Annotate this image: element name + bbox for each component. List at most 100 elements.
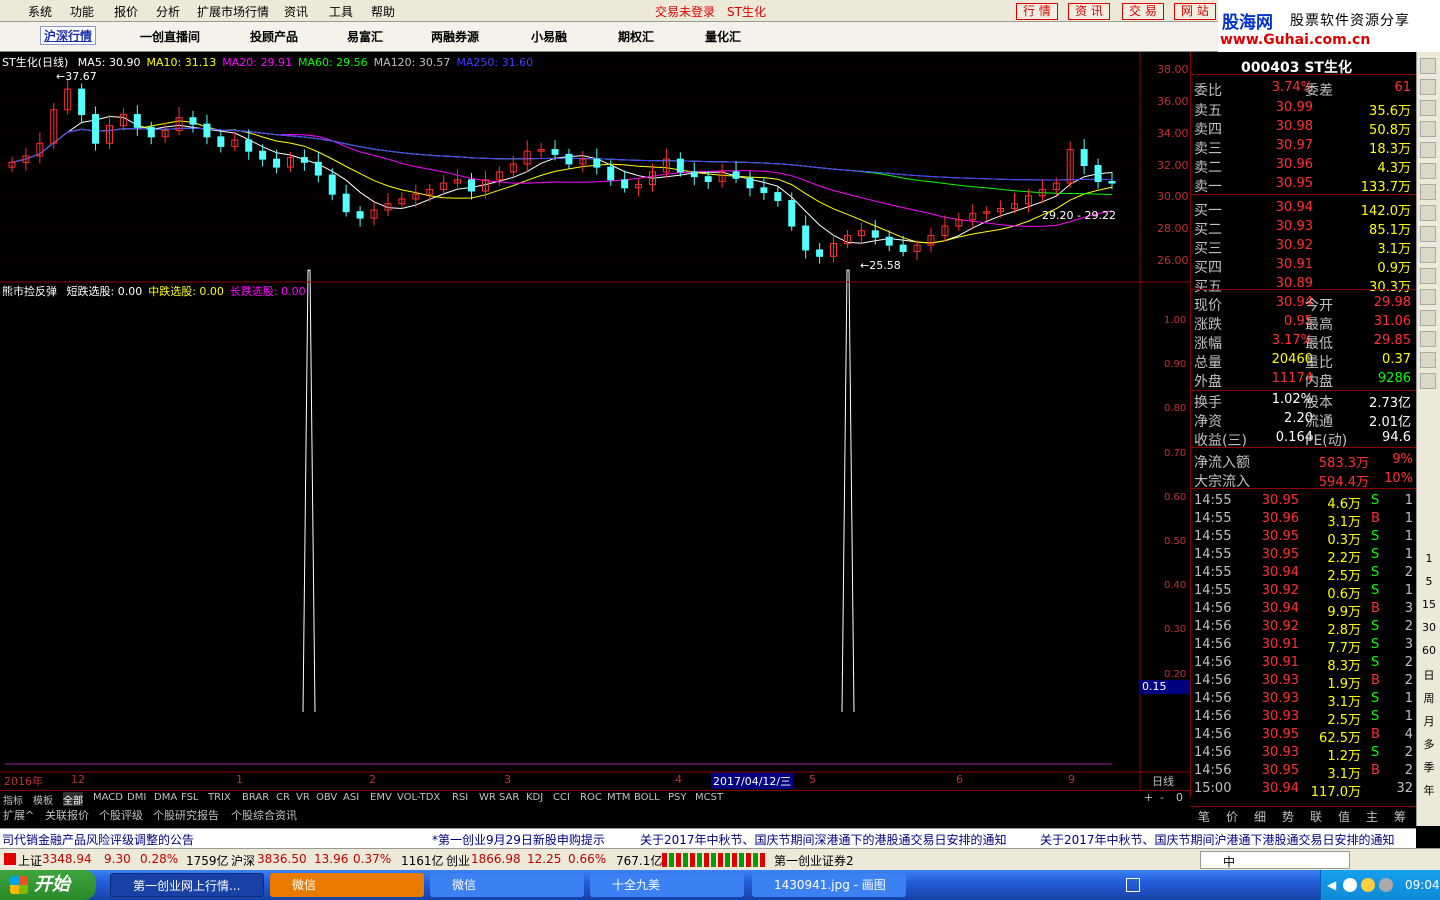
quote-tab[interactable]: 主 [1366,808,1378,825]
taskbar-item-trading[interactable]: 第一创业网上行情... [110,873,264,897]
website-button[interactable]: 网 站 [1174,3,1216,20]
indicator-tab[interactable]: BOLL [634,792,660,803]
toolbar-icon[interactable] [1420,184,1436,200]
news-button[interactable]: 资 讯 [1068,3,1110,20]
indicator-tab[interactable]: OBV [316,792,337,803]
taskbar-item-wechat[interactable]: 微信 [270,873,424,897]
period-button[interactable]: 15 [1419,598,1439,611]
period-button[interactable]: 季 [1419,759,1439,775]
indicator-tab[interactable]: 全部 [63,792,83,807]
info-tab[interactable]: 关联报价 [45,807,89,823]
toolbar-icon[interactable] [1420,331,1436,347]
menu-ext-market[interactable]: 扩展市场行情 [197,3,269,20]
indicator-tab[interactable]: FSL [181,792,199,803]
news-item[interactable]: *第一创业9月29日新股申购提示 [432,831,605,848]
toolbar-icon[interactable] [1420,100,1436,116]
info-tab[interactable]: 扩展^ [3,807,34,823]
zoom-reset-button[interactable]: 0 [1176,791,1183,804]
indicator-tab[interactable]: CR [276,792,290,803]
quote-tab[interactable]: 筹 [1394,808,1406,825]
toolbar-icon[interactable] [1420,247,1436,263]
sh-name[interactable]: 上证 [18,852,42,869]
toolbar-icon[interactable] [1420,163,1436,179]
tray-icon[interactable] [1379,878,1393,892]
toolbar-icon[interactable] [1420,373,1436,389]
menu-news[interactable]: 资讯 [284,3,308,20]
ime-toolbar[interactable]: 中 [1200,851,1350,869]
info-tab[interactable]: 个股评级 [99,807,143,823]
period-button[interactable]: 1 [1419,552,1439,565]
tab-options[interactable]: 期权汇 [618,28,654,45]
indicator-tab[interactable]: 指标 [3,792,23,807]
info-tab[interactable]: 个股研究报告 [153,807,219,823]
info-tab[interactable]: 个股综合资讯 [231,807,297,823]
news-item[interactable]: 关于2017年中秋节、国庆节期间深港通下的港股通交易日安排的通知 [640,831,1007,848]
indicator-tab[interactable]: MACD [93,792,123,803]
tab-advisory[interactable]: 投顾产品 [250,28,298,45]
tab-margin[interactable]: 两融券源 [431,28,479,45]
trade-button[interactable]: 交 易 [1122,3,1164,20]
ime-mode[interactable]: 中 [1223,853,1235,870]
indicator-tab[interactable]: TRIX [208,792,231,803]
hs-name[interactable]: 沪深 [231,852,255,869]
period-button[interactable]: 30 [1419,621,1439,634]
quote-button[interactable]: 行 情 [1016,3,1058,20]
quote-tab[interactable]: 笔 [1198,808,1210,825]
tray-icon[interactable] [1343,878,1357,892]
toolbar-icon[interactable] [1420,289,1436,305]
period-button[interactable]: 月 [1419,713,1439,729]
tab-live[interactable]: 一创直播间 [140,28,200,45]
indicator-tab[interactable]: CCI [553,792,570,803]
indicator-tab[interactable]: PSY [668,792,687,803]
indicator-tab[interactable]: ASI [343,792,359,803]
zoom-in-button[interactable]: + [1144,791,1153,804]
trade-status[interactable]: 交易未登录 [655,3,715,20]
quote-tab[interactable]: 价 [1226,808,1238,825]
zoom-out-button[interactable]: - [1160,791,1164,804]
toolbar-icon[interactable] [1420,142,1436,158]
indicator-tab[interactable]: RSI [452,792,468,803]
kline-chart[interactable] [0,52,1190,790]
menu-help[interactable]: 帮助 [371,3,395,20]
period-button[interactable]: 周 [1419,690,1439,706]
toolbar-icon[interactable] [1420,205,1436,221]
taskbar-item-folder[interactable]: 十全九美 [590,873,744,897]
indicator-tab[interactable]: MTM [607,792,630,803]
toolbar-icon[interactable] [1420,310,1436,326]
indicator-tab[interactable]: DMI [127,792,146,803]
menu-analysis[interactable]: 分析 [156,3,180,20]
period-button[interactable]: 60 [1419,644,1439,657]
tab-hushen[interactable]: 沪深行情 [40,26,97,45]
indicator-tab[interactable]: SAR [499,792,519,803]
toolbar-icon[interactable] [1420,58,1436,74]
menu-system[interactable]: 系统 [28,3,52,20]
indicator-tab[interactable]: DMA [154,792,177,803]
toolbar-icon[interactable] [1420,226,1436,242]
menu-tools[interactable]: 工具 [329,3,353,20]
news-item[interactable]: 司代销金融产品风险评级调整的公告 [2,831,194,848]
indicator-tab[interactable]: 模板 [33,792,53,807]
taskbar-item-wechat[interactable]: 微信 [430,873,584,897]
tab-quant[interactable]: 量化汇 [705,28,741,45]
menu-quote[interactable]: 报价 [114,3,138,20]
news-item[interactable]: 关于2017年中秋节、国庆节期间沪港通下港股通交易日安排的通知 [1040,831,1416,848]
toolbar-icon[interactable] [1420,121,1436,137]
taskbar-item-paint[interactable]: 1430941.jpg - 画图 [752,873,906,897]
tray-icon[interactable] [1361,878,1375,892]
indicator-tab[interactable]: VR [296,792,310,803]
period-button[interactable]: 多 [1419,736,1439,752]
tab-yifuhui[interactable]: 易富汇 [347,28,383,45]
quote-tab[interactable]: 势 [1282,808,1294,825]
tray-expand-icon[interactable]: ◀ [1327,878,1336,892]
clock[interactable]: 09:04 [1405,878,1440,892]
indicator-tab[interactable]: KDJ [526,792,543,803]
indicator-tab[interactable]: ROC [580,792,602,803]
toolbar-icon[interactable] [1420,268,1436,284]
menu-function[interactable]: 功能 [70,3,94,20]
indicator-tab[interactable]: VOL-TDX [397,792,440,803]
indicator-tab[interactable]: WR [479,792,496,803]
toolbar-icon[interactable] [1420,79,1436,95]
quote-tab[interactable]: 值 [1338,808,1350,825]
period-button[interactable]: 年 [1419,782,1439,798]
indicator-tab[interactable]: MCST [695,792,723,803]
